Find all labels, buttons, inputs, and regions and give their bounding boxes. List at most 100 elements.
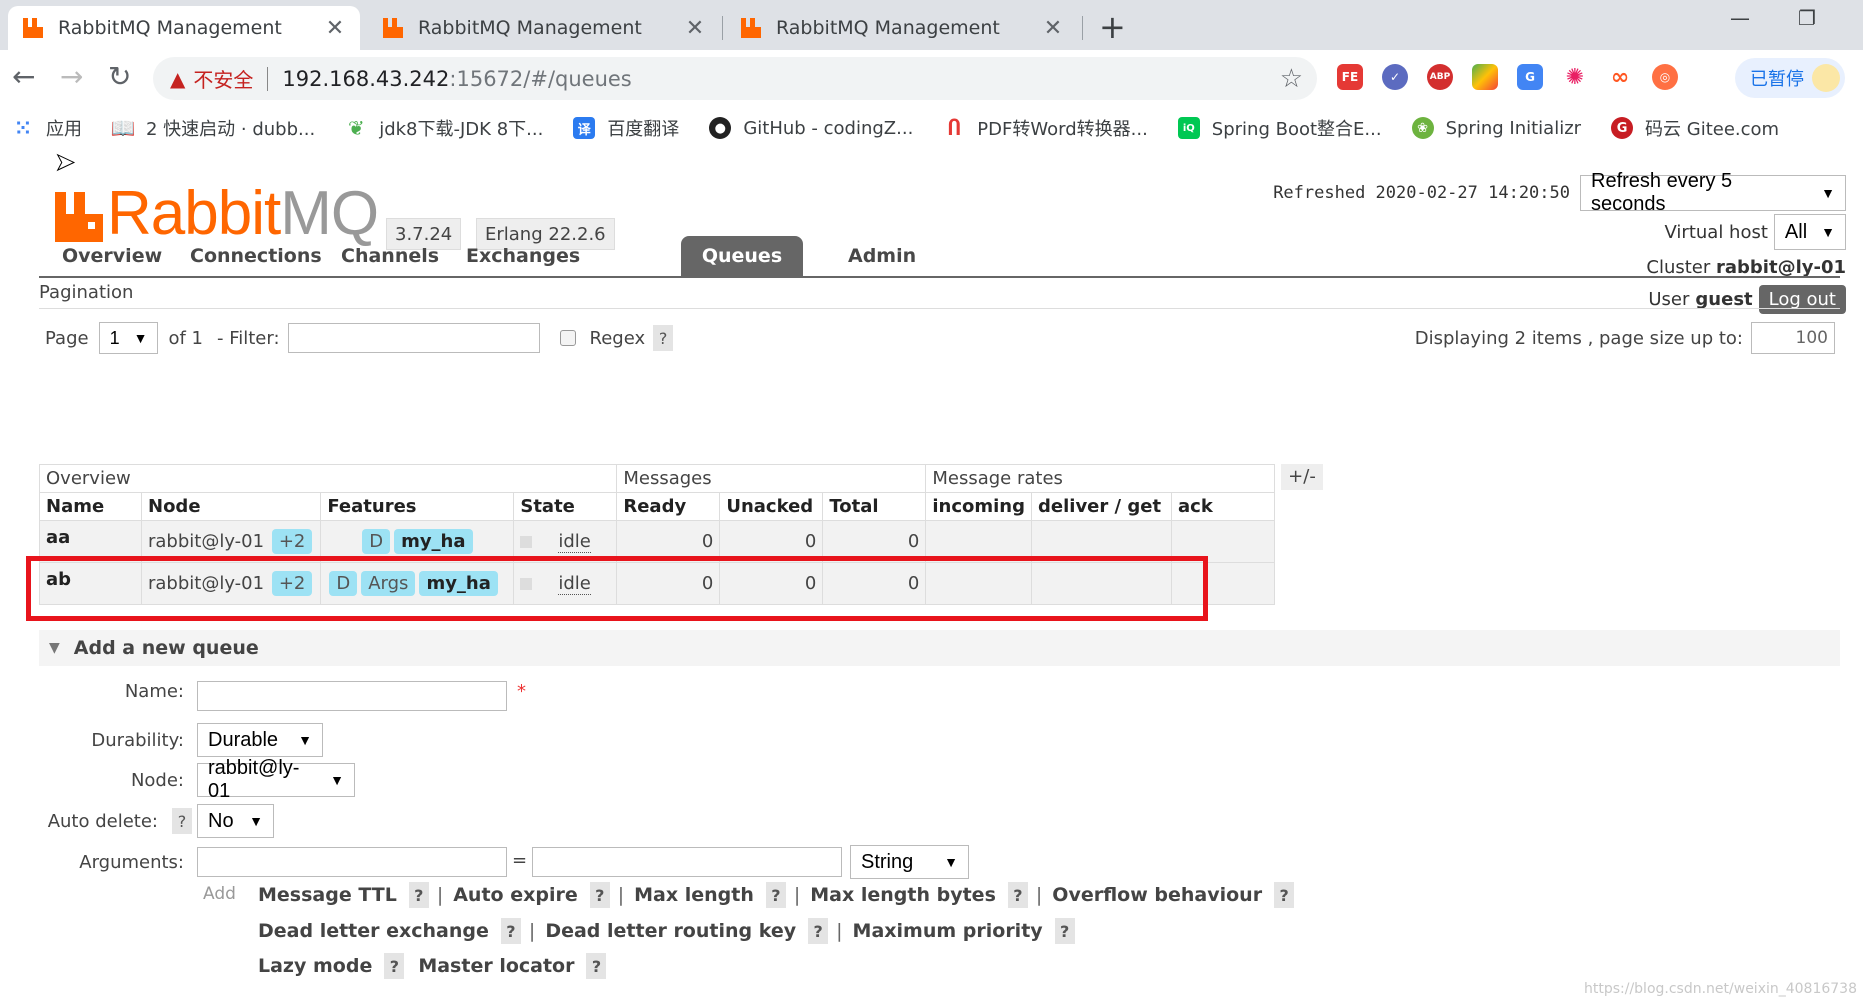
- pinwheel-extension-icon[interactable]: ✺: [1562, 64, 1588, 90]
- col-features[interactable]: Features: [320, 492, 515, 521]
- book-icon: 📖: [110, 116, 136, 140]
- address-bar[interactable]: ▲ 不安全 192.168.43.242:15672/#/queues ☆: [153, 57, 1317, 100]
- minimize-icon[interactable]: —: [1730, 6, 1750, 30]
- help-button[interactable]: ?: [500, 918, 521, 944]
- google-translate-icon[interactable]: G: [1517, 64, 1543, 90]
- arg-auto-expire[interactable]: Auto expire: [453, 884, 578, 906]
- close-tab-icon[interactable]: ✕: [324, 16, 346, 41]
- profile-paused-button[interactable]: 已暂停: [1735, 58, 1845, 98]
- argument-value-input[interactable]: [532, 847, 842, 877]
- arg-lazy-mode[interactable]: Lazy mode: [258, 955, 372, 977]
- arg-message-ttl[interactable]: Message TTL: [258, 884, 397, 906]
- url-host: 192.168.43.242: [282, 66, 450, 91]
- help-button[interactable]: ?: [408, 882, 429, 908]
- help-button[interactable]: ?: [1054, 918, 1075, 944]
- node-select[interactable]: rabbit@ly-01 ▼: [197, 757, 355, 802]
- bookmark-apps[interactable]: ⁙ 应用: [12, 115, 82, 141]
- col-ack[interactable]: ack: [1171, 492, 1276, 521]
- help-button[interactable]: ?: [765, 882, 786, 908]
- regex-help-button[interactable]: ?: [653, 325, 674, 351]
- arg-dead-letter-routing-key[interactable]: Dead letter routing key: [545, 920, 796, 942]
- page-size-input[interactable]: 100: [1751, 322, 1835, 354]
- page-select[interactable]: 1 ▼: [98, 322, 159, 354]
- node-value: rabbit@ly-01: [148, 531, 265, 552]
- tab-exchanges[interactable]: Exchanges: [443, 236, 603, 276]
- arg-maximum-priority[interactable]: Maximum priority: [853, 920, 1043, 942]
- arg-max-length[interactable]: Max length: [634, 884, 754, 906]
- filter-input[interactable]: [287, 323, 540, 353]
- help-button[interactable]: ?: [589, 882, 610, 908]
- reload-icon[interactable]: ↻: [108, 60, 131, 93]
- durability-label: Durability:: [91, 730, 184, 751]
- tab-overview[interactable]: Overview: [39, 236, 185, 276]
- rabbitmq-logo[interactable]: RabbitMQ: [55, 183, 379, 245]
- feature-policy-badge[interactable]: my_ha: [394, 529, 473, 554]
- bookmark-star-icon[interactable]: ☆: [1280, 64, 1303, 94]
- col-ready[interactable]: Ready: [616, 492, 721, 521]
- add-argument-label[interactable]: Add: [203, 884, 236, 904]
- help-button[interactable]: ?: [1007, 882, 1028, 908]
- help-button[interactable]: ?: [1274, 882, 1295, 908]
- bookmark-dubbo[interactable]: 📖 2 快速启动 · dubb...: [110, 115, 316, 141]
- arg-max-length-bytes[interactable]: Max length bytes: [810, 884, 996, 906]
- arguments-label: Arguments:: [79, 852, 184, 873]
- arg-master-locator[interactable]: Master locator: [418, 955, 574, 977]
- tab-admin[interactable]: Admin: [825, 236, 939, 276]
- forward-icon[interactable]: →: [60, 60, 83, 93]
- col-incoming[interactable]: incoming: [925, 492, 1033, 521]
- help-button[interactable]: ?: [808, 918, 829, 944]
- avatar: [1812, 64, 1840, 92]
- durability-select[interactable]: Durable ▼: [197, 723, 323, 757]
- queue-name-input[interactable]: [197, 681, 507, 711]
- infinity-extension-icon[interactable]: ∞: [1607, 64, 1633, 90]
- arg-dead-letter-exchange[interactable]: Dead letter exchange: [258, 920, 489, 942]
- tab-channels[interactable]: Channels: [318, 236, 462, 276]
- column-toggle-button[interactable]: +/-: [1281, 464, 1323, 490]
- bookmark-spring-initializr[interactable]: ❀ Spring Initializr: [1411, 117, 1581, 139]
- bookmark-github[interactable]: ● GitHub - codingZ...: [709, 117, 913, 139]
- bookmark-jdk[interactable]: ❦ jdk8下载-JDK 8下...: [345, 115, 544, 141]
- col-state[interactable]: State: [513, 492, 618, 521]
- fe-extension-icon[interactable]: FE: [1337, 64, 1363, 90]
- main-nav: Overview Connections Channels Exchanges …: [39, 236, 1840, 278]
- argument-key-input[interactable]: [197, 847, 507, 877]
- bookmark-label: GitHub - codingZ...: [743, 117, 914, 139]
- help-button[interactable]: ?: [586, 953, 607, 979]
- col-name[interactable]: Name: [39, 492, 142, 521]
- logo-text: RabbitMQ: [107, 183, 379, 245]
- restore-icon[interactable]: ❐: [1798, 6, 1816, 30]
- bookmark-baidu-translate[interactable]: 译 百度翻译: [573, 115, 679, 141]
- refresh-interval-select[interactable]: Refresh every 5 seconds ▼: [1580, 170, 1846, 215]
- colorful-extension-icon[interactable]: [1472, 64, 1498, 90]
- logout-button[interactable]: Log out: [1758, 285, 1846, 314]
- col-total[interactable]: Total: [822, 492, 927, 521]
- bookmark-gitee[interactable]: G 码云 Gitee.com: [1611, 115, 1779, 141]
- col-deliver-get[interactable]: deliver / get: [1031, 492, 1173, 521]
- argument-type-select[interactable]: String ▼: [850, 845, 969, 879]
- col-unacked[interactable]: Unacked: [719, 492, 824, 521]
- orange-extension-icon[interactable]: ◎: [1652, 64, 1678, 90]
- check-extension-icon[interactable]: ✓: [1382, 64, 1408, 90]
- bookmark-pdf[interactable]: Ⴖ PDF转Word转换器...: [943, 115, 1148, 141]
- browser-tab-3[interactable]: RabbitMQ Management ✕: [726, 6, 1078, 50]
- pagination-heading[interactable]: Pagination: [39, 282, 133, 303]
- help-button[interactable]: ?: [384, 953, 405, 979]
- tab-queues[interactable]: Queues: [681, 236, 803, 276]
- arg-overflow-behaviour[interactable]: Overflow behaviour: [1052, 884, 1262, 906]
- browser-tab-1[interactable]: RabbitMQ Management ✕: [8, 6, 360, 50]
- new-tab-icon[interactable]: +: [1099, 8, 1126, 46]
- regex-checkbox[interactable]: [559, 330, 576, 346]
- page-value: 1: [109, 327, 120, 348]
- col-node[interactable]: Node: [140, 492, 322, 521]
- bookmark-label: 应用: [46, 119, 82, 140]
- close-tab-icon[interactable]: ✕: [1042, 16, 1064, 41]
- add-queue-heading[interactable]: ▼ Add a new queue: [39, 630, 1840, 666]
- auto-delete-select[interactable]: No ▼: [197, 804, 274, 838]
- auto-delete-help-button[interactable]: ?: [172, 808, 192, 834]
- browser-tab-2[interactable]: RabbitMQ Management ✕: [368, 6, 720, 50]
- user-row: User guest Log out: [1648, 285, 1846, 314]
- close-tab-icon[interactable]: ✕: [684, 16, 706, 41]
- back-icon[interactable]: ←: [12, 60, 35, 93]
- bookmark-spring-boot[interactable]: iQ Spring Boot整合E...: [1177, 115, 1382, 141]
- adblock-extension-icon[interactable]: ABP: [1427, 64, 1453, 90]
